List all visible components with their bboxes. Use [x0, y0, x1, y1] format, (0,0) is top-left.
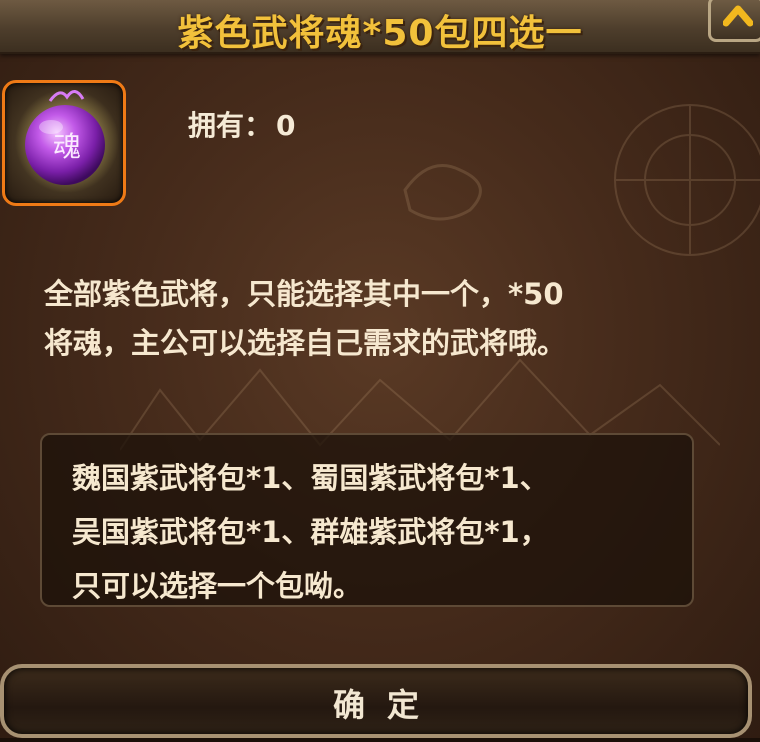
- background-ornament: [614, 104, 760, 256]
- pack-options-line: 吴国紫武将包*1、群雄紫武将包*1，: [72, 515, 549, 549]
- owned-label: 拥有：: [188, 109, 273, 142]
- chevron-up-icon: [723, 5, 753, 27]
- orb-glyph: 魂: [52, 130, 81, 163]
- confirm-button-label: 确定: [332, 686, 441, 724]
- pack-options-line: 魏国紫武将包*1、蜀国紫武将包*1、: [72, 461, 549, 495]
- pack-options-line: 只可以选择一个包呦。: [72, 569, 363, 603]
- owned-count: 拥有： 0: [188, 104, 300, 144]
- collapse-button[interactable]: [708, 0, 760, 42]
- bottom-edge: [0, 738, 760, 742]
- owned-value: 0: [276, 109, 296, 142]
- confirm-button[interactable]: 确定: [0, 664, 752, 738]
- item-description: 全部紫色武将，只能选择其中一个，*50 将魂，主公可以选择自己需求的武将哦。: [44, 270, 704, 368]
- dialog: 紫色武将魂*50包四选一 魂 拥有： 0 全部紫色武将，只能选择其中一个，*50…: [0, 0, 760, 742]
- description-line: 将魂，主公可以选择自己需求的武将哦。: [44, 326, 567, 360]
- dialog-title: 紫色武将魂*50包四选一: [177, 13, 583, 54]
- pack-options-box: 魏国紫武将包*1、蜀国紫武将包*1、 吴国紫武将包*1、群雄紫武将包*1， 只可…: [40, 433, 694, 607]
- item-icon-slot[interactable]: 魂: [2, 80, 126, 206]
- description-line: 全部紫色武将，只能选择其中一个，*50: [44, 277, 564, 311]
- background-ornament: [403, 164, 482, 221]
